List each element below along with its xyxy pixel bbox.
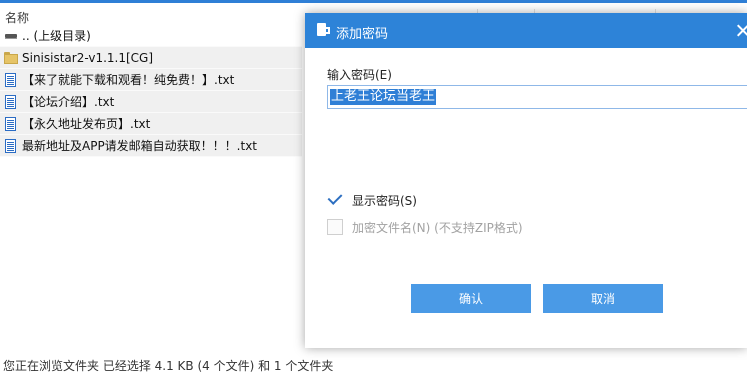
password-input[interactable]: 上老王论坛当老王 (327, 85, 747, 109)
encrypt-filenames-note: (不支持ZIP格式) (434, 221, 523, 235)
list-item-file[interactable]: 【永久地址发布页】.txt (0, 113, 302, 135)
txt-file-icon (3, 72, 19, 88)
confirm-button[interactable]: 确认 (411, 284, 531, 313)
txt-file-icon (3, 138, 19, 154)
password-label: 输入密码(E) (327, 68, 392, 82)
show-password-checkbox[interactable] (327, 191, 343, 207)
list-item-label: 【来了就能下载和观看！纯免费！】.txt (22, 73, 235, 87)
add-password-dialog: 添加密码 输入密码(E) 上老王论坛当老王 显示密码(S) 加密文件名(N) (… (305, 13, 747, 348)
column-header-name[interactable]: 名称 (5, 9, 29, 26)
txt-file-icon (3, 94, 19, 110)
list-item-label: 【论坛介绍】.txt (22, 95, 115, 109)
dialog-title: 添加密码 (336, 27, 389, 42)
list-item-label: .. (上级目录) (22, 29, 91, 43)
close-icon[interactable] (737, 21, 747, 39)
password-selected-text: 上老王论坛当老王 (330, 89, 437, 105)
encrypt-filenames-label[interactable]: 加密文件名(N) (不支持ZIP格式) (352, 219, 523, 236)
list-item-file[interactable]: 【论坛介绍】.txt (0, 91, 302, 113)
cancel-button[interactable]: 取消 (543, 284, 663, 313)
status-bar-text: 您正在浏览文件夹 已经选择 4.1 KB (4 个文件) 和 1 个文件夹 (3, 359, 334, 373)
list-item-folder[interactable]: Sinisistar2-v1.1.1[CG] (0, 47, 302, 69)
list-item-file[interactable]: 【来了就能下载和观看！纯免费！】.txt (0, 69, 302, 91)
file-list: .. (上级目录) Sinisistar2-v1.1.1[CG] 【来了就能下载… (0, 25, 302, 157)
folder-icon (3, 50, 19, 66)
dialog-title-bar[interactable]: 添加密码 (305, 13, 747, 48)
archive-lock-icon (317, 23, 331, 37)
encrypt-filenames-text: 加密文件名(N) (352, 221, 431, 235)
list-item-label: Sinisistar2-v1.1.1[CG] (22, 50, 154, 65)
list-item-file[interactable]: 最新地址及APP请发邮箱自动获取！！！.txt (0, 135, 302, 157)
encrypt-filenames-checkbox[interactable] (327, 219, 343, 235)
list-item-label: 【永久地址发布页】.txt (22, 117, 151, 131)
list-item-label: 最新地址及APP请发邮箱自动获取！！！.txt (22, 139, 258, 153)
parent-dir-icon (3, 28, 19, 44)
show-password-label[interactable]: 显示密码(S) (352, 192, 417, 209)
list-item-parent-dir[interactable]: .. (上级目录) (0, 25, 302, 47)
txt-file-icon (3, 116, 19, 132)
